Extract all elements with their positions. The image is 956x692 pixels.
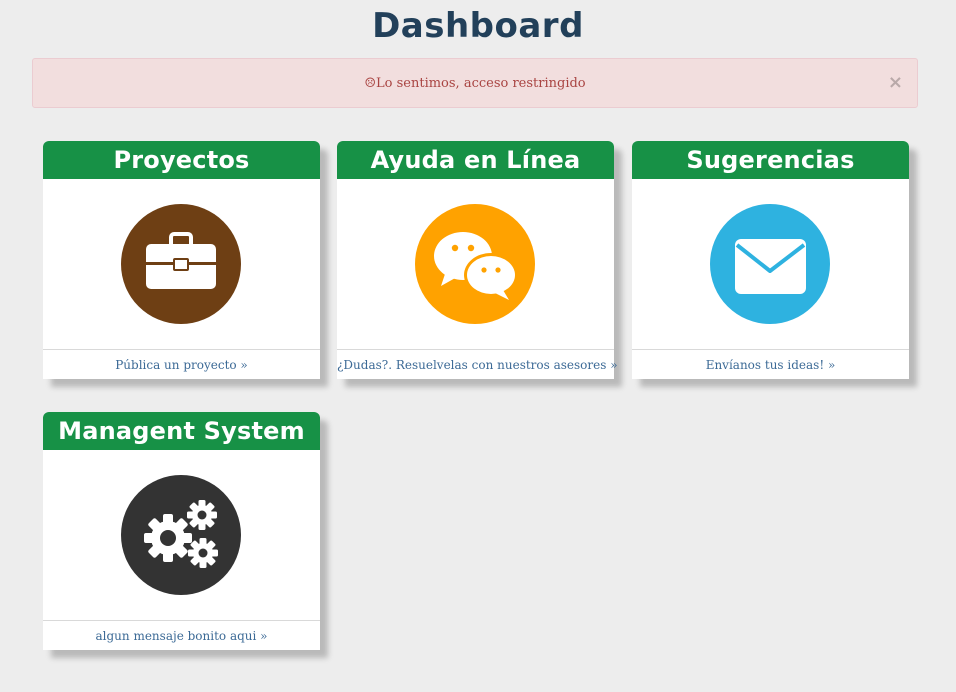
card-link-proyectos[interactable]: Pública un proyecto » [43, 350, 320, 379]
card-title: Proyectos [43, 141, 320, 179]
card-managent-system: Managent System algun mensaje bonito aqu… [43, 412, 320, 650]
card-link-sugerencias[interactable]: Envíanos tus ideas! » [632, 350, 909, 379]
card-proyectos: Proyectos Pública un proyecto » [43, 141, 320, 379]
sad-face-icon: ☹ [364, 75, 377, 91]
card-title: Sugerencias [632, 141, 909, 179]
close-icon[interactable]: × [888, 73, 903, 93]
card-body [337, 179, 614, 350]
card-body [632, 179, 909, 350]
card-sugerencias: Sugerencias Envíanos tus ideas! » [632, 141, 909, 379]
briefcase-icon[interactable] [121, 204, 241, 324]
card-body [43, 450, 320, 621]
alert-message: Lo sentimos, acceso restringido [376, 75, 586, 91]
card-link-managent-system[interactable]: algun mensaje bonito aqui » [43, 621, 320, 650]
card-title: Managent System [43, 412, 320, 450]
chat-bubbles-icon[interactable] [415, 204, 535, 324]
card-title: Ayuda en Línea [337, 141, 614, 179]
card-body [43, 179, 320, 350]
card-link-ayuda[interactable]: ¿Dudas?. Resuelvelas con nuestros asesor… [337, 350, 618, 379]
envelope-icon[interactable] [710, 204, 830, 324]
gears-icon[interactable] [121, 475, 241, 595]
access-restricted-alert: ☹ Lo sentimos, acceso restringido × [32, 58, 918, 108]
card-ayuda: Ayuda en Línea ¿Dudas?. Resuelvelas con … [337, 141, 618, 379]
page-title: Dashboard [372, 6, 584, 46]
